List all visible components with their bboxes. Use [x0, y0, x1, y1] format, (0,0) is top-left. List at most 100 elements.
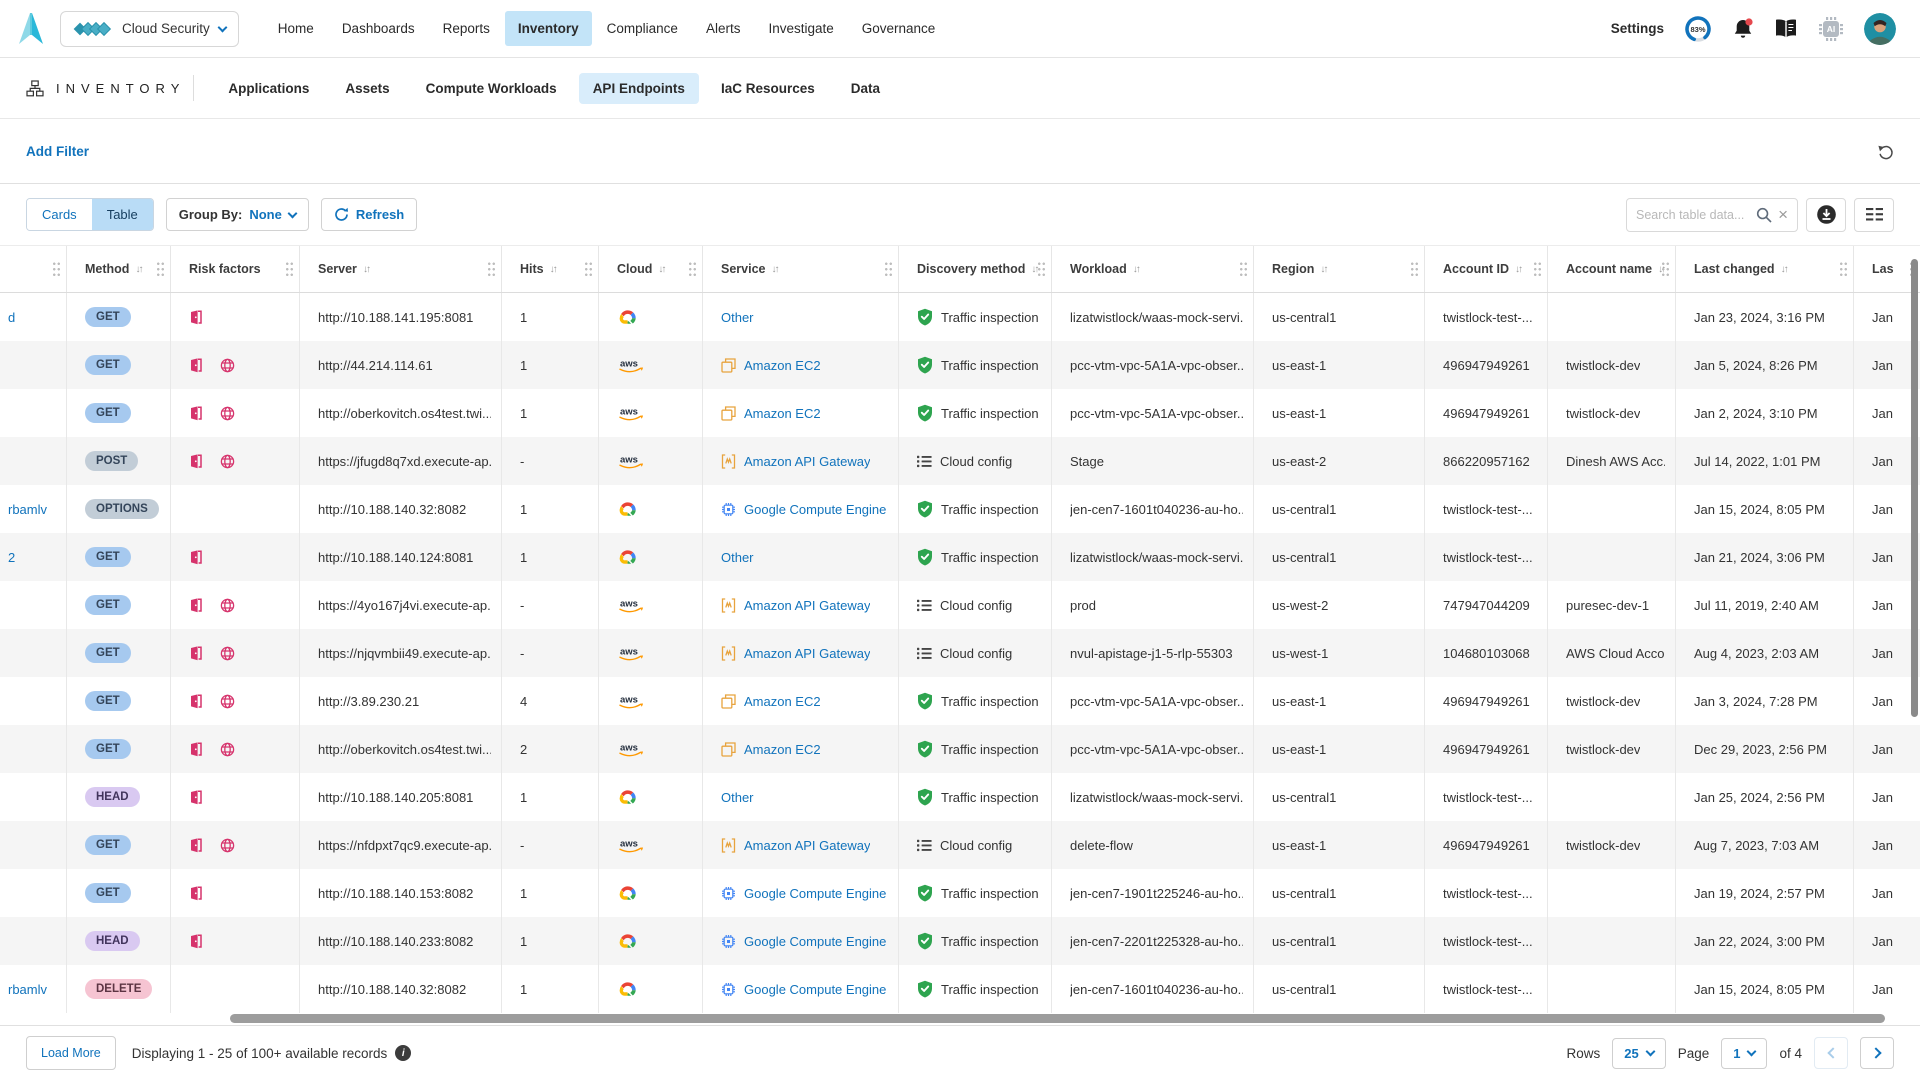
service-link[interactable]: Google Compute Engine [744, 934, 886, 949]
table-row[interactable]: 2 GET http://10.188.140.124:8081 1 Other… [0, 533, 1920, 581]
table-row[interactable]: GET https://nfdpxt7qc9.execute-ap... - a… [0, 821, 1920, 869]
nav-item-dashboards[interactable]: Dashboards [329, 11, 428, 46]
previous-page-button[interactable] [1814, 1037, 1848, 1069]
table-row[interactable]: rbamlv DELETE http://10.188.140.32:8082 … [0, 965, 1920, 1013]
service-link[interactable]: Amazon EC2 [744, 358, 821, 373]
vertical-scrollbar-thumb[interactable] [1911, 259, 1918, 717]
table-row[interactable]: GET https://njqvmbii49.execute-ap... - a… [0, 629, 1920, 677]
user-avatar[interactable] [1864, 13, 1896, 45]
service-link[interactable]: Google Compute Engine [744, 886, 886, 901]
service-link[interactable]: Amazon EC2 [744, 742, 821, 757]
service-link[interactable]: Amazon EC2 [744, 694, 821, 709]
table-search-input[interactable] [1636, 208, 1750, 222]
table-row[interactable]: GET http://44.214.114.61 1 aws Amazon EC… [0, 341, 1920, 389]
refresh-button[interactable]: Refresh [321, 198, 417, 231]
sort-arrows-icon[interactable]: ↓↑ [658, 264, 664, 275]
endpoint-fragment-link[interactable]: rbamlv [8, 502, 47, 517]
group-by-dropdown[interactable]: Group By: None [166, 198, 309, 231]
sort-arrows-icon[interactable]: ↓↑ [1515, 264, 1521, 275]
notifications-bell-icon[interactable] [1732, 17, 1754, 41]
column-resize-grip[interactable] [584, 261, 593, 277]
info-icon[interactable]: i [395, 1045, 411, 1061]
rows-per-page-select[interactable]: 25 [1612, 1038, 1665, 1069]
column-resize-grip[interactable] [156, 261, 165, 277]
service-link[interactable]: Other [721, 310, 754, 325]
column-resize-grip[interactable] [1037, 261, 1046, 277]
tab-applications[interactable]: Applications [214, 73, 323, 104]
column-header-workload[interactable]: Workload↓↑ [1052, 246, 1254, 292]
knowledge-base-book-icon[interactable] [1774, 18, 1798, 39]
table-row[interactable]: GET http://oberkovitch.os4test.twi... 1 … [0, 389, 1920, 437]
column-resize-grip[interactable] [1661, 261, 1670, 277]
table-row[interactable]: GET https://4yo167j4vi.execute-ap... - a… [0, 581, 1920, 629]
service-link[interactable]: Amazon API Gateway [744, 838, 870, 853]
column-header-last_changed[interactable]: Last changed↓↑ [1676, 246, 1854, 292]
next-page-button[interactable] [1860, 1037, 1894, 1069]
column-header-method[interactable]: Method↓↑ [67, 246, 171, 292]
column-resize-grip[interactable] [52, 261, 61, 277]
table-row[interactable]: GET http://10.188.140.153:8082 1 Google … [0, 869, 1920, 917]
column-resize-grip[interactable] [1410, 261, 1419, 277]
column-resize-grip[interactable] [688, 261, 697, 277]
ai-copilot-chip-icon[interactable]: AI [1818, 16, 1844, 42]
service-link[interactable]: Amazon API Gateway [744, 454, 870, 469]
app-switcher-dropdown[interactable]: Cloud Security [60, 11, 239, 47]
sort-arrows-icon[interactable]: ↓↑ [1133, 264, 1139, 275]
nav-item-investigate[interactable]: Investigate [755, 11, 846, 46]
add-filter-button[interactable]: Add Filter [26, 144, 89, 159]
table-view-button[interactable]: Table [92, 199, 153, 230]
column-header-region[interactable]: Region↓↑ [1254, 246, 1425, 292]
tab-assets[interactable]: Assets [331, 73, 403, 104]
sort-arrows-icon[interactable]: ↓↑ [363, 264, 369, 275]
table-row[interactable]: GET http://oberkovitch.os4test.twi... 2 … [0, 725, 1920, 773]
horizontal-scrollbar-thumb[interactable] [230, 1014, 1885, 1023]
column-resize-grip[interactable] [285, 261, 294, 277]
search-icon[interactable] [1756, 207, 1772, 223]
column-header-cloud[interactable]: Cloud↓↑ [599, 246, 703, 292]
endpoint-fragment-link[interactable]: 2 [8, 550, 15, 565]
table-row[interactable]: d GET http://10.188.141.195:8081 1 Other… [0, 293, 1920, 341]
tab-compute-workloads[interactable]: Compute Workloads [412, 73, 571, 104]
sort-arrows-icon[interactable]: ↓↑ [1320, 264, 1326, 275]
column-resize-grip[interactable] [884, 261, 893, 277]
nav-item-inventory[interactable]: Inventory [505, 11, 592, 46]
column-header-service[interactable]: Service↓↑ [703, 246, 899, 292]
sort-arrows-icon[interactable]: ↓↑ [135, 264, 141, 275]
cards-view-button[interactable]: Cards [27, 199, 92, 230]
reset-filters-icon[interactable] [1877, 143, 1894, 160]
nav-item-home[interactable]: Home [265, 11, 327, 46]
column-resize-grip[interactable] [1533, 261, 1542, 277]
column-header-account_id[interactable]: Account ID↓↑ [1425, 246, 1548, 292]
table-row[interactable]: rbamlv OPTIONS http://10.188.140.32:8082… [0, 485, 1920, 533]
service-link[interactable]: Other [721, 550, 754, 565]
sort-arrows-icon[interactable]: ↓↑ [1781, 264, 1787, 275]
service-link[interactable]: Amazon EC2 [744, 406, 821, 421]
column-header-hits[interactable]: Hits↓↑ [502, 246, 599, 292]
column-resize-grip[interactable] [1839, 261, 1848, 277]
service-link[interactable]: Other [721, 790, 754, 805]
nav-item-governance[interactable]: Governance [849, 11, 949, 46]
endpoint-fragment-link[interactable]: rbamlv [8, 982, 47, 997]
table-row[interactable]: HEAD http://10.188.140.233:8082 1 Google… [0, 917, 1920, 965]
usage-progress-ring[interactable]: 83% [1684, 15, 1712, 43]
column-header-discovery[interactable]: Discovery method↓↑ [899, 246, 1052, 292]
sort-arrows-icon[interactable]: ↓↑ [771, 264, 777, 275]
table-row[interactable]: HEAD http://10.188.140.205:8081 1 Other … [0, 773, 1920, 821]
nav-item-compliance[interactable]: Compliance [594, 11, 691, 46]
nav-item-alerts[interactable]: Alerts [693, 11, 754, 46]
nav-item-reports[interactable]: Reports [430, 11, 503, 46]
column-header-account_name[interactable]: Account name↓↑ [1548, 246, 1676, 292]
table-row[interactable]: GET http://3.89.230.21 4 aws Amazon EC2 … [0, 677, 1920, 725]
service-link[interactable]: Amazon API Gateway [744, 598, 870, 613]
column-header-server[interactable]: Server↓↑ [300, 246, 502, 292]
page-select[interactable]: 1 [1721, 1038, 1767, 1069]
column-resize-grip[interactable] [487, 261, 496, 277]
settings-link[interactable]: Settings [1611, 21, 1664, 36]
service-link[interactable]: Google Compute Engine [744, 982, 886, 997]
service-link[interactable]: Google Compute Engine [744, 502, 886, 517]
service-link[interactable]: Amazon API Gateway [744, 646, 870, 661]
clear-search-icon[interactable]: × [1778, 206, 1788, 223]
sort-arrows-icon[interactable]: ↓↑ [550, 264, 556, 275]
tab-data[interactable]: Data [837, 73, 894, 104]
column-resize-grip[interactable] [1239, 261, 1248, 277]
